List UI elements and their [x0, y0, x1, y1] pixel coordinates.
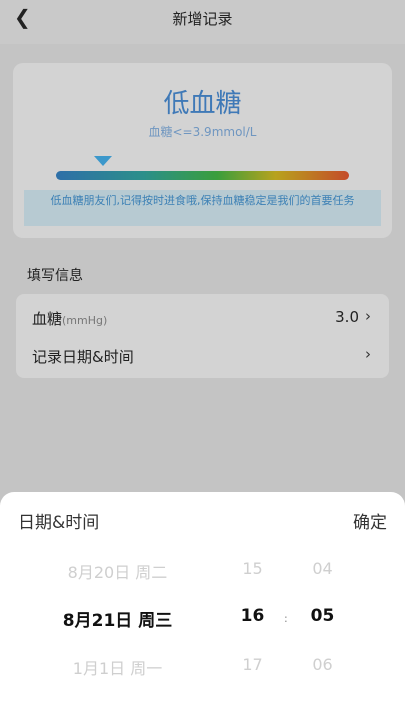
- chevron-right-icon: ›: [365, 345, 371, 363]
- hour-option-next[interactable]: 17: [225, 655, 280, 674]
- date-time-row[interactable]: 记录日期&时间 ›: [16, 336, 389, 376]
- date-time-label: 记录日期&时间: [32, 348, 134, 366]
- form-card: 血糖(mmHg) 3.0 › 记录日期&时间 ›: [16, 294, 389, 378]
- date-option-prev[interactable]: 8月20日 周二: [40, 559, 195, 583]
- glucose-value: 3.0: [335, 308, 359, 326]
- status-range: 血糖<=3.9mmol/L: [148, 125, 257, 139]
- date-time-picker-sheet: 日期&时间 确定 8月20日 周二 8月21日 周三 1月1日 周一 15 16…: [0, 492, 405, 720]
- glucose-status-card: 低血糖 血糖<=3.9mmol/L 低血糖朋友们,记得按时进食哦,保持血糖稳定是…: [13, 63, 392, 238]
- date-option-next[interactable]: 1月1日 周一: [40, 655, 195, 679]
- glucose-unit: (mmHg): [62, 314, 108, 327]
- hour-option-selected[interactable]: 16: [225, 606, 280, 626]
- minute-option-next[interactable]: 06: [295, 655, 350, 674]
- status-tip: 低血糖朋友们,记得按时进食哦,保持血糖稳定是我们的首要任务: [24, 190, 381, 226]
- level-pointer-icon: [93, 156, 112, 166]
- section-label: 填写信息: [27, 268, 83, 284]
- time-separator: :: [284, 612, 288, 625]
- glucose-row[interactable]: 血糖(mmHg) 3.0 ›: [16, 298, 389, 338]
- hour-option-prev[interactable]: 15: [225, 559, 280, 578]
- status-title: 低血糖: [163, 89, 242, 119]
- glucose-level-bar: [56, 171, 349, 180]
- chevron-right-icon: ›: [365, 307, 371, 325]
- glucose-label-text: 血糖: [32, 310, 63, 328]
- top-bar: ❮ 新增记录: [0, 0, 405, 44]
- glucose-label: 血糖(mmHg): [32, 308, 107, 329]
- minute-option-selected[interactable]: 05: [295, 606, 350, 626]
- confirm-button[interactable]: 确定: [353, 508, 387, 533]
- minute-option-prev[interactable]: 04: [295, 559, 350, 578]
- date-option-selected[interactable]: 8月21日 周三: [40, 606, 195, 631]
- page-title: 新增记录: [172, 10, 233, 28]
- sheet-title: 日期&时间: [18, 513, 100, 533]
